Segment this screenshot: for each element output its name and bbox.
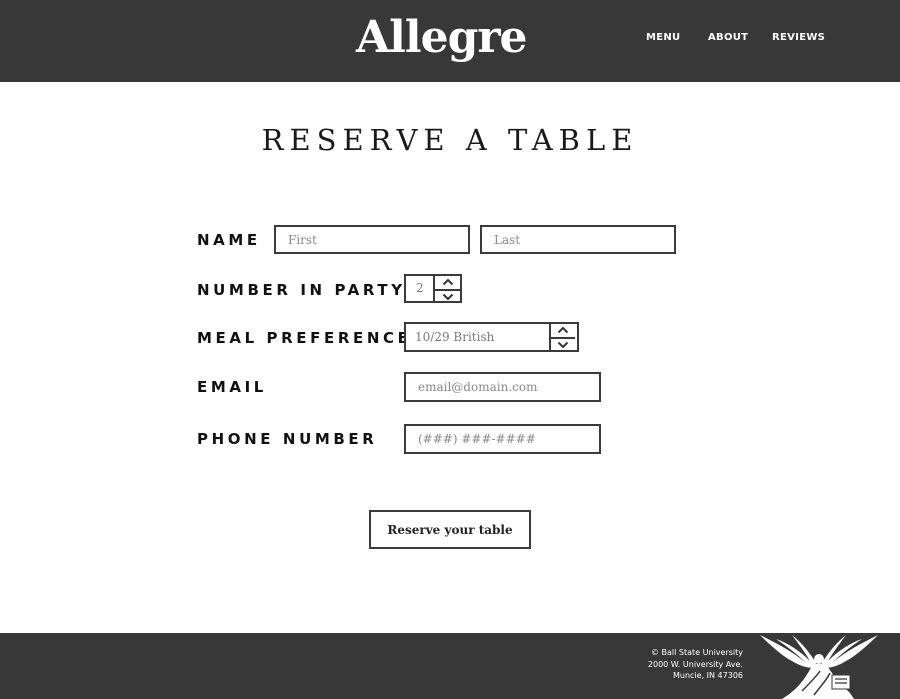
address-line: Muncie, IN 47306 [672, 671, 743, 680]
meal-preference-down-button[interactable] [551, 337, 575, 351]
email-input[interactable] [404, 372, 601, 402]
phone-label: PHONE NUMBER [197, 430, 378, 448]
main-nav: MENU ABOUT REVIEWS [0, 32, 900, 46]
meal-preference-value: 10/29 British [415, 330, 495, 344]
chevron-down-icon [442, 293, 453, 301]
meal-preference-arrows[interactable] [549, 324, 577, 350]
meal-preference-label: MEAL PREFERENCE [197, 329, 412, 347]
nav-link-reviews[interactable]: REVIEWS [772, 32, 825, 44]
chevron-up-icon [442, 278, 453, 286]
footer-address: © Ball State University 2000 W. Universi… [648, 647, 743, 682]
email-label: EMAIL [197, 378, 267, 396]
reserve-table-button[interactable]: Reserve your table [369, 510, 531, 549]
chevron-down-icon [557, 341, 569, 349]
meal-preference-up-button[interactable] [551, 324, 575, 336]
nav-link-about[interactable]: ABOUT [708, 32, 748, 44]
site-footer: © Ball State University 2000 W. Universi… [0, 633, 900, 699]
party-size-decrement-button[interactable] [435, 289, 460, 303]
nav-link-menu[interactable]: MENU [646, 32, 680, 44]
page-title: RESERVE A TABLE [261, 123, 639, 157]
party-size-increment-button[interactable] [435, 276, 460, 288]
party-size-stepper [435, 274, 462, 303]
address-line: © Ball State University [651, 648, 743, 657]
address-line: 2000 W. University Ave. [647, 659, 743, 669]
party-size-input[interactable]: 2 [404, 274, 435, 303]
meal-preference-select[interactable]: 10/29 British [404, 322, 579, 352]
phone-input[interactable] [404, 424, 601, 454]
party-size-label: NUMBER IN PARTY [197, 281, 406, 299]
site-header: Allegre MENU ABOUT REVIEWS [0, 0, 900, 82]
chevron-up-icon [557, 326, 569, 334]
last-name-input[interactable] [480, 225, 676, 254]
name-label: NAME [197, 231, 261, 249]
first-name-input[interactable] [274, 225, 470, 254]
beneficence-statue-icon [760, 635, 878, 699]
